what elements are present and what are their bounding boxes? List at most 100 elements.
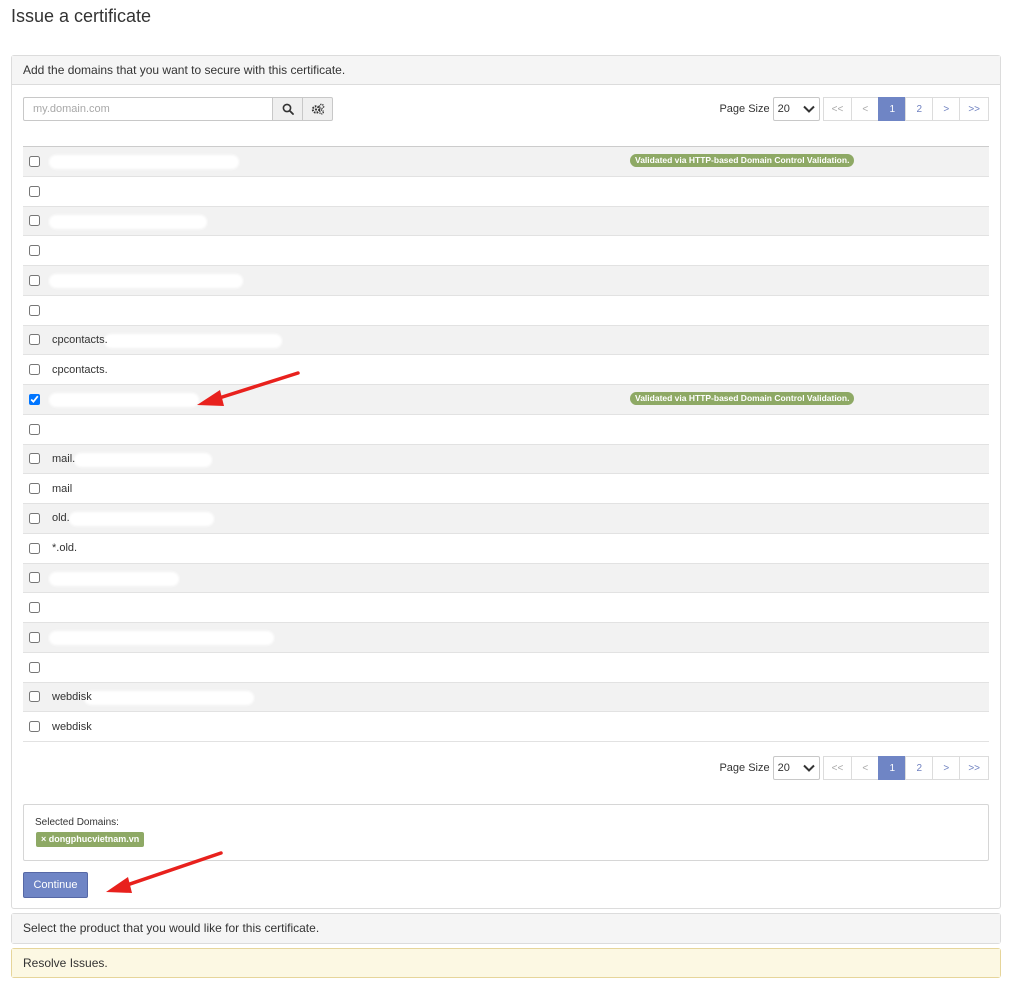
domain-checkbox[interactable] bbox=[29, 602, 40, 614]
redaction-mask bbox=[49, 601, 171, 616]
validation-badge: Validated via HTTP-based Domain Control … bbox=[630, 154, 855, 167]
domain-checkbox[interactable] bbox=[29, 721, 40, 733]
domain-name: cpcontacts. bbox=[52, 333, 108, 346]
domain-checkbox[interactable] bbox=[29, 304, 40, 316]
domain-checkbox[interactable] bbox=[29, 542, 40, 554]
next-page-button[interactable]: > bbox=[932, 97, 961, 121]
domain-row[interactable]: Validated via HTTP-based Domain Control … bbox=[23, 147, 989, 177]
page-2-button[interactable]: 2 bbox=[905, 756, 934, 780]
domain-row[interactable] bbox=[23, 653, 989, 683]
redaction-mask bbox=[49, 660, 189, 675]
redaction-mask bbox=[104, 333, 282, 348]
domain-name: webdisk bbox=[52, 690, 92, 703]
selected-domains-box: Selected Domains: × dongphucvietnam.vn bbox=[23, 804, 989, 861]
continue-button[interactable]: Continue bbox=[23, 872, 88, 898]
domain-checkbox[interactable] bbox=[29, 185, 40, 197]
page-size-select[interactable]: 20 bbox=[772, 97, 820, 121]
search-icon bbox=[282, 103, 294, 115]
page-title: Issue a certificate bbox=[11, 6, 152, 26]
domain-checkbox[interactable] bbox=[29, 274, 40, 286]
last-page-button[interactable]: >> bbox=[959, 756, 989, 780]
domain-checkbox[interactable] bbox=[29, 453, 40, 465]
domain-checkbox[interactable] bbox=[29, 512, 40, 524]
domain-row[interactable] bbox=[23, 177, 989, 207]
domain-checkbox[interactable] bbox=[29, 245, 40, 257]
redaction-mask bbox=[49, 393, 199, 407]
domain-checkbox[interactable] bbox=[29, 215, 40, 227]
domain-row[interactable]: webdisk bbox=[23, 712, 989, 742]
domain-row[interactable]: *.old. bbox=[23, 534, 989, 564]
domain-checkbox[interactable] bbox=[29, 572, 40, 584]
resolve-issues-panel: Resolve Issues. bbox=[11, 948, 1001, 978]
resolve-issues-header[interactable]: Resolve Issues. bbox=[12, 949, 1000, 977]
domain-checkbox[interactable] bbox=[29, 155, 40, 167]
selected-domain-text: dongphucvietnam.vn bbox=[48, 834, 140, 844]
domain-row[interactable] bbox=[23, 236, 989, 266]
domain-list: Validated via HTTP-based Domain Control … bbox=[23, 146, 989, 742]
domain-row[interactable] bbox=[23, 296, 989, 326]
prev-page-button[interactable]: < bbox=[851, 756, 880, 780]
redaction-mask bbox=[84, 720, 249, 735]
redaction-mask bbox=[74, 452, 212, 467]
redaction-mask bbox=[49, 184, 234, 199]
last-page-button[interactable]: >> bbox=[959, 97, 989, 121]
domain-name: webdisk bbox=[52, 720, 92, 733]
page-2-button[interactable]: 2 bbox=[905, 97, 934, 121]
domain-checkbox[interactable] bbox=[29, 631, 40, 643]
domain-row[interactable]: cpcontacts. bbox=[23, 325, 989, 356]
domain-checkbox[interactable] bbox=[29, 334, 40, 346]
domain-row[interactable]: mail bbox=[23, 474, 989, 504]
domain-row[interactable] bbox=[23, 563, 989, 594]
domain-row[interactable] bbox=[23, 206, 989, 237]
prev-page-button[interactable]: < bbox=[851, 97, 880, 121]
domain-row[interactable]: Validated via HTTP-based Domain Control … bbox=[23, 385, 989, 415]
domain-row[interactable]: cpcontacts. bbox=[23, 355, 989, 385]
redaction-mask bbox=[84, 690, 254, 705]
redaction-mask bbox=[49, 631, 274, 645]
domain-name: cpcontacts. bbox=[52, 363, 108, 376]
domain-row[interactable]: mail. bbox=[23, 444, 989, 475]
domain-row[interactable]: webdisk bbox=[23, 682, 989, 713]
domain-checkbox[interactable] bbox=[29, 423, 40, 435]
select-product-header[interactable]: Select the product that you would like f… bbox=[12, 914, 1000, 943]
add-domains-panel: Add the domains that you want to secure … bbox=[11, 55, 1001, 909]
domain-checkbox[interactable] bbox=[29, 364, 40, 376]
next-page-button[interactable]: > bbox=[932, 756, 961, 780]
page-size-select[interactable]: 20 bbox=[772, 756, 820, 780]
domain-search-input[interactable] bbox=[23, 97, 273, 121]
domain-checkbox[interactable] bbox=[29, 483, 40, 495]
redaction-mask bbox=[49, 303, 250, 318]
selected-domains-label: Selected Domains: bbox=[35, 817, 119, 828]
chevron-down-icon bbox=[802, 105, 815, 113]
search-button[interactable] bbox=[273, 97, 303, 121]
selected-domain-chip[interactable]: × dongphucvietnam.vn bbox=[36, 832, 145, 847]
add-domains-header[interactable]: Add the domains that you want to secure … bbox=[12, 56, 1000, 85]
remove-chip-icon[interactable]: × bbox=[41, 834, 46, 844]
domain-checkbox[interactable] bbox=[29, 393, 40, 405]
domain-row[interactable] bbox=[23, 593, 989, 623]
domain-checkbox[interactable] bbox=[29, 691, 40, 703]
domain-search-group bbox=[23, 97, 333, 121]
redaction-mask bbox=[49, 274, 243, 288]
page-size-value: 20 bbox=[777, 103, 790, 115]
domain-row[interactable] bbox=[23, 266, 989, 296]
first-page-button[interactable]: << bbox=[822, 756, 853, 780]
search-options-button[interactable] bbox=[303, 97, 333, 121]
page-size-value: 20 bbox=[777, 762, 790, 774]
domain-name: old. bbox=[52, 512, 70, 525]
first-page-button[interactable]: << bbox=[822, 97, 853, 121]
redaction-mask bbox=[49, 244, 197, 259]
gears-icon bbox=[311, 103, 324, 115]
domain-row[interactable]: old. bbox=[23, 504, 989, 534]
page-1-button[interactable]: 1 bbox=[878, 97, 907, 121]
redaction-mask bbox=[69, 482, 219, 497]
domain-row[interactable] bbox=[23, 623, 989, 653]
redaction-mask bbox=[49, 214, 207, 229]
redaction-mask bbox=[49, 422, 177, 437]
domain-row[interactable] bbox=[23, 415, 989, 445]
pagination-bottom: Page Size 20 << < 1 2 > >> bbox=[719, 756, 989, 780]
page-1-button[interactable]: 1 bbox=[878, 756, 907, 780]
domain-checkbox[interactable] bbox=[29, 661, 40, 673]
page-size-label: Page Size bbox=[719, 103, 770, 115]
validation-badge: Validated via HTTP-based Domain Control … bbox=[630, 392, 855, 405]
